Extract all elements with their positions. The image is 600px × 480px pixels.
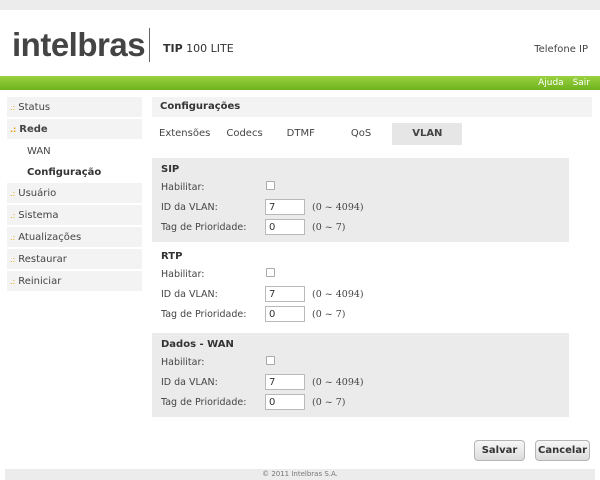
vlan-id-range: (0 ~ 4094) [312, 202, 364, 213]
bullet-icon: .: [10, 233, 16, 242]
vlan-id-label: ID da VLAN: [161, 202, 218, 213]
priority-input[interactable] [265, 306, 305, 322]
main-content: Configurações Extensões Codecs DTMF QoS … [152, 97, 592, 417]
vlan-id-row: ID da VLAN: (0 ~ 4094) [161, 285, 569, 305]
priority-range: (0 ~ 7) [312, 222, 346, 233]
tab-extensoes[interactable]: Extensões [152, 123, 217, 145]
bullet-icon: .: [10, 125, 17, 134]
sidebar: .: Status .: Rede WAN Configuração .: Usuár… [7, 97, 142, 293]
vlan-id-input[interactable] [265, 374, 305, 390]
sidebar-item-label: Reiniciar [18, 276, 62, 287]
vlan-id-input[interactable] [265, 199, 305, 215]
section-title: Dados - WAN [161, 339, 234, 350]
priority-row: Tag de Prioridade: (0 ~ 7) [161, 218, 569, 238]
tab-bar: Extensões Codecs DTMF QoS VLAN [152, 123, 463, 145]
enable-row: Habilitar: [161, 265, 569, 285]
bullet-icon: .: [10, 277, 16, 286]
tab-dtmf[interactable]: DTMF [280, 123, 322, 145]
sidebar-item-restaurar[interactable]: .: Restaurar [7, 249, 142, 270]
top-strip [0, 0, 600, 10]
enable-checkbox[interactable] [266, 268, 275, 277]
enable-label: Habilitar: [161, 357, 205, 368]
top-nav-links: Ajuda Sair [532, 76, 590, 90]
priority-row: Tag de Prioridade: (0 ~ 7) [161, 393, 569, 413]
sidebar-subitem-wan[interactable]: WAN [7, 141, 142, 162]
footer: © 2011 Intelbras S.A. [5, 469, 595, 480]
logo-divider [149, 28, 150, 62]
sidebar-item-status[interactable]: .: Status [7, 97, 142, 118]
intelbras-logo: intelbras [12, 26, 146, 63]
top-nav-bar: Ajuda Sair [0, 76, 600, 90]
help-link[interactable]: Ajuda [538, 78, 564, 88]
vlan-id-row: ID da VLAN: (0 ~ 4094) [161, 373, 569, 393]
enable-row: Habilitar: [161, 178, 569, 198]
tab-codecs[interactable]: Codecs [219, 123, 269, 145]
sidebar-item-sistema[interactable]: .: Sistema [7, 205, 142, 226]
enable-label: Habilitar: [161, 182, 205, 193]
bullet-icon: .: [10, 103, 16, 112]
sidebar-item-usuario[interactable]: .: Usuário [7, 183, 142, 204]
priority-input[interactable] [265, 394, 305, 410]
priority-label: Tag de Prioridade: [161, 397, 247, 408]
section-title: SIP [161, 164, 180, 175]
section-dados-wan: Dados - WAN Habilitar: ID da VLAN: (0 ~ … [152, 333, 569, 417]
header: intelbras TIP 100 LITE Telefone IP [0, 10, 600, 76]
enable-row: Habilitar: [161, 353, 569, 373]
bullet-icon: .: [10, 211, 16, 220]
section-rtp: RTP Habilitar: ID da VLAN: (0 ~ 4094) Ta… [152, 245, 569, 329]
sidebar-item-reiniciar[interactable]: .: Reiniciar [7, 271, 142, 292]
tab-qos[interactable]: QoS [344, 123, 378, 145]
priority-input[interactable] [265, 219, 305, 235]
section-sip: SIP Habilitar: ID da VLAN: (0 ~ 4094) Ta… [152, 158, 569, 242]
sidebar-item-rede[interactable]: .: Rede [7, 119, 142, 140]
logout-link[interactable]: Sair [573, 78, 590, 88]
sidebar-subitem-configuracao[interactable]: Configuração [7, 162, 142, 183]
sidebar-item-label: Sistema [18, 210, 59, 221]
sidebar-item-atualizacoes[interactable]: .: Atualizações [7, 227, 142, 248]
product-name: TIP 100 LITE [163, 42, 234, 55]
bullet-icon: .: [10, 189, 16, 198]
enable-checkbox[interactable] [266, 356, 275, 365]
save-button[interactable]: Salvar [474, 440, 525, 461]
priority-label: Tag de Prioridade: [161, 309, 247, 320]
sidebar-item-label: Atualizações [18, 232, 82, 243]
bullet-icon: .: [10, 255, 16, 264]
priority-row: Tag de Prioridade: (0 ~ 7) [161, 305, 569, 325]
cancel-button[interactable]: Cancelar [535, 440, 590, 461]
page-title: Configurações [152, 97, 592, 117]
product-name-rest: 100 LITE [186, 42, 234, 55]
section-title: RTP [161, 251, 183, 262]
device-label: Telefone IP [534, 44, 588, 55]
enable-checkbox[interactable] [266, 181, 275, 190]
priority-label: Tag de Prioridade: [161, 222, 247, 233]
vlan-id-range: (0 ~ 4094) [312, 289, 364, 300]
enable-label: Habilitar: [161, 269, 205, 280]
vlan-id-input[interactable] [265, 286, 305, 302]
priority-range: (0 ~ 7) [312, 309, 346, 320]
copyright-text: © 2011 Intelbras S.A. [262, 470, 338, 478]
sidebar-item-label: Status [18, 102, 51, 113]
vlan-id-row: ID da VLAN: (0 ~ 4094) [161, 198, 569, 218]
priority-range: (0 ~ 7) [312, 397, 346, 408]
sidebar-item-label: Restaurar [18, 254, 67, 265]
vlan-id-label: ID da VLAN: [161, 289, 218, 300]
vlan-id-label: ID da VLAN: [161, 377, 218, 388]
product-name-bold: TIP [163, 42, 183, 55]
sidebar-item-label: Rede [19, 124, 48, 135]
sidebar-item-label: Usuário [18, 188, 57, 199]
tab-vlan[interactable]: VLAN [392, 123, 463, 145]
vlan-id-range: (0 ~ 4094) [312, 377, 364, 388]
